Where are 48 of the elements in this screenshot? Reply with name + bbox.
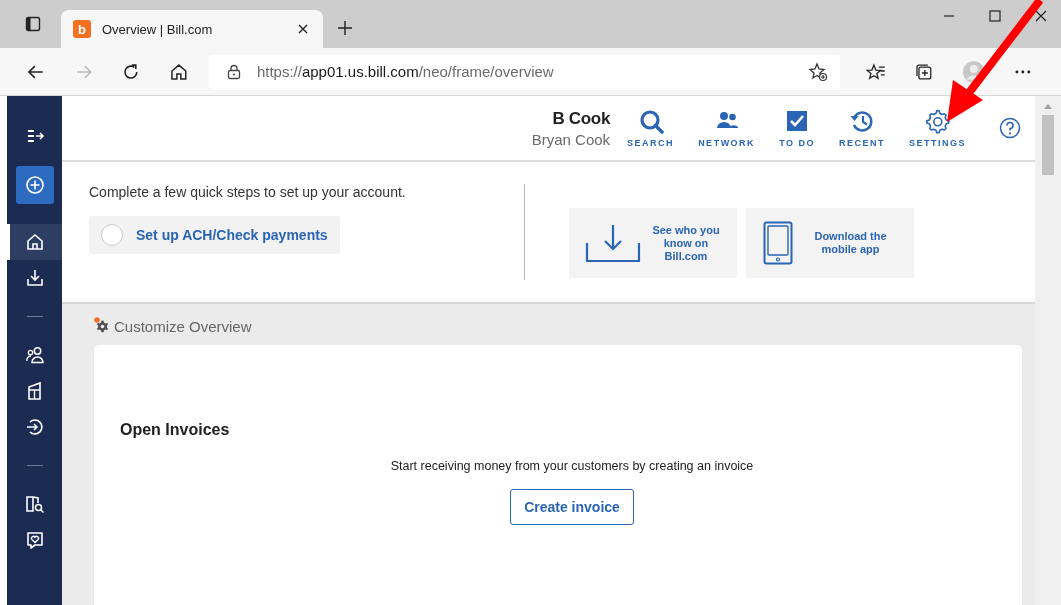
plus-circle-icon bbox=[24, 175, 45, 195]
help-icon[interactable] bbox=[999, 117, 1021, 139]
home-icon bbox=[24, 232, 45, 252]
nav-button[interactable]: NETWORK bbox=[693, 108, 761, 148]
user-short-name: B Cook bbox=[552, 108, 611, 129]
collections-icon[interactable] bbox=[913, 61, 934, 82]
browser-tab[interactable]: b Overview | Bill.com bbox=[61, 10, 323, 48]
nav-button[interactable]: RECENT bbox=[833, 108, 890, 148]
maximize-icon[interactable] bbox=[989, 10, 1001, 22]
tab-title: Overview | Bill.com bbox=[102, 21, 214, 37]
user-full-name: Bryan Cook bbox=[531, 130, 611, 148]
tab-actions-icon[interactable] bbox=[25, 16, 41, 32]
card-title: Open Invoices bbox=[120, 421, 231, 439]
create-invoice-button[interactable]: Create invoice bbox=[510, 489, 634, 525]
book-search-icon bbox=[24, 494, 45, 514]
add-favorite-icon[interactable] bbox=[808, 61, 829, 82]
nav-button[interactable]: SEARCH bbox=[622, 108, 680, 148]
gear-icon bbox=[924, 108, 951, 134]
people-icon bbox=[24, 345, 45, 365]
chat-heart-icon bbox=[24, 530, 45, 550]
customize-link[interactable]: Customize Overview bbox=[94, 307, 1022, 345]
lock-icon bbox=[226, 63, 241, 80]
sidebar-item[interactable] bbox=[7, 224, 62, 260]
empty-state-message: Start receiving money from your customers by creating an invoice bbox=[389, 459, 755, 473]
favicon: b bbox=[73, 20, 91, 38]
add-button[interactable] bbox=[15, 166, 54, 204]
history-icon bbox=[848, 108, 875, 134]
setup-step[interactable]: Set up ACH/Check payments bbox=[89, 216, 340, 254]
search-icon bbox=[637, 108, 664, 134]
profile-avatar-icon[interactable] bbox=[961, 59, 986, 84]
scrollbar-thumb[interactable] bbox=[1042, 115, 1054, 175]
phone-icon bbox=[763, 221, 793, 265]
setup-intro-text: Complete a few quick steps to set up your account. bbox=[89, 184, 407, 200]
url-text: https://app01.us.bill.com/neo/frame/overview bbox=[256, 63, 555, 80]
home-icon[interactable] bbox=[169, 61, 189, 82]
nav-button[interactable]: TO DO bbox=[774, 108, 820, 148]
download-tray-icon bbox=[585, 223, 641, 263]
close-icon[interactable] bbox=[297, 23, 309, 35]
address-field[interactable]: https://app01.us.bill.com/neo/frame/overview bbox=[208, 54, 841, 89]
nav-button[interactable]: SETTINGS bbox=[904, 108, 971, 148]
download-tray-icon bbox=[24, 268, 45, 288]
close-icon[interactable] bbox=[1035, 10, 1047, 22]
sign-in-icon bbox=[24, 417, 45, 437]
promo-tile[interactable]: See who you know on Bill.com bbox=[569, 208, 737, 278]
favorites-icon[interactable] bbox=[866, 61, 886, 82]
scrollbar[interactable] bbox=[1035, 96, 1061, 605]
new-tab-icon[interactable] bbox=[337, 20, 353, 36]
promo-tile[interactable]: Download the mobile app bbox=[746, 208, 914, 278]
